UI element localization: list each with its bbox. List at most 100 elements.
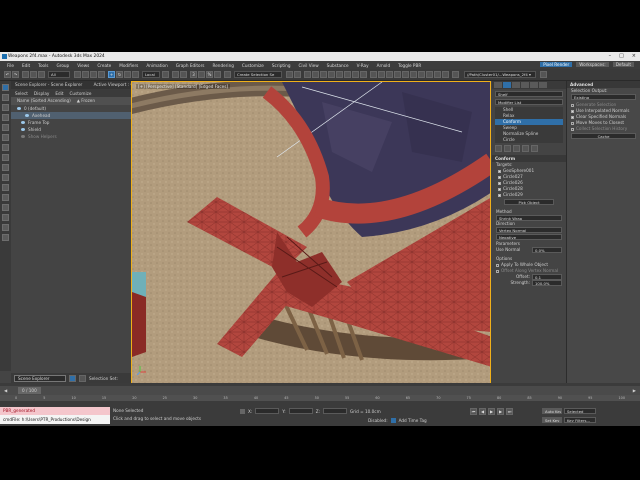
target-checkbox[interactable] <box>498 169 501 173</box>
z-coordinate-field[interactable] <box>322 408 347 414</box>
undo-icon[interactable]: ↶ <box>4 71 11 78</box>
vray-fur-icon[interactable] <box>426 71 433 78</box>
set-key-button[interactable]: Set Key <box>542 417 562 423</box>
visibility-eye-icon[interactable] <box>17 107 21 110</box>
render-iterative-icon[interactable] <box>370 71 377 78</box>
link-icon[interactable] <box>22 71 29 78</box>
align-icon[interactable] <box>294 71 301 78</box>
hierarchy-panel-icon[interactable] <box>512 82 520 88</box>
arnold-render-icon[interactable] <box>452 71 459 78</box>
timeline-next-icon[interactable]: ▶ <box>633 388 636 393</box>
percent-snap-icon[interactable]: % <box>206 71 213 78</box>
window-crossing-icon[interactable] <box>98 71 105 78</box>
stack-item-circle[interactable]: Circle <box>495 137 563 143</box>
vray-light-icon[interactable] <box>402 71 409 78</box>
project-path-field[interactable]: //Path/Cluster01/...Weapons_2f4 ▾ <box>464 71 536 78</box>
filter-helpers-icon[interactable] <box>2 164 9 171</box>
pivot-center-icon[interactable] <box>162 71 169 78</box>
keyboard-shortcut-icon[interactable] <box>180 71 187 78</box>
use-normal-spinner[interactable]: 0.0% <box>532 247 562 253</box>
vray-proxy-icon[interactable] <box>418 71 425 78</box>
go-to-start-icon[interactable]: ⏮ <box>470 408 477 415</box>
selection-output-dropdown[interactable]: Existing <box>571 94 636 100</box>
tree-row-axehead[interactable]: Axehead <box>11 112 131 119</box>
column-name[interactable]: Name (Sorted Ascending) <box>17 98 71 104</box>
use-interpolated-normals-checkbox[interactable] <box>571 109 574 113</box>
maxscript-error-line[interactable]: PBR_generated <box>0 407 110 415</box>
select-object-icon[interactable] <box>74 71 81 78</box>
minimize-icon[interactable]: – <box>609 53 612 59</box>
schematic-view-icon[interactable] <box>328 71 335 78</box>
go-to-end-icon[interactable]: ⏭ <box>506 408 513 415</box>
pin-stack-icon[interactable] <box>495 145 502 152</box>
target-checkbox[interactable] <box>498 175 501 179</box>
tree-row-default-layer[interactable]: 0 (default) <box>11 105 131 112</box>
x-coordinate-field[interactable] <box>255 408 280 414</box>
toggle-ribbon-icon[interactable] <box>312 71 319 78</box>
scene-explorer-name-dropdown[interactable]: Scene Explorer <box>14 374 66 382</box>
menu-modifiers[interactable]: Modifiers <box>119 63 138 68</box>
menu-views[interactable]: Views <box>77 63 89 68</box>
generate-selection-checkbox[interactable] <box>571 103 574 107</box>
select-rotate-icon[interactable]: ↻ <box>116 71 123 78</box>
menu-civil-view[interactable]: Civil View <box>299 63 319 68</box>
target-checkbox[interactable] <box>498 187 501 191</box>
visibility-eye-icon[interactable] <box>25 114 29 117</box>
maxscript-input-line[interactable]: cmdFile: h:\Users\PTR_Productions\Design <box>0 415 110 424</box>
menu-animation[interactable]: Animation <box>146 63 167 68</box>
redo-icon[interactable]: ↷ <box>12 71 19 78</box>
menu-arnold[interactable]: Arnold <box>377 63 391 68</box>
filter-containers-icon[interactable] <box>2 214 9 221</box>
vray-render-icon[interactable] <box>386 71 393 78</box>
material-editor-icon[interactable] <box>336 71 343 78</box>
scene-menu-edit[interactable]: Edit <box>55 91 63 96</box>
menu-scripting[interactable]: Scripting <box>272 63 291 68</box>
vray-camera-icon[interactable] <box>410 71 417 78</box>
angle-snap-icon[interactable] <box>198 71 205 78</box>
modifier-list-dropdown[interactable]: Modifier List <box>495 99 563 105</box>
menu-toggle-pbr[interactable]: Toggle PBR <box>398 63 421 68</box>
create-panel-icon[interactable] <box>494 82 502 88</box>
advanced-rollout-header[interactable]: Advanced <box>567 81 640 88</box>
create-tab-icon[interactable] <box>2 84 9 91</box>
apply-whole-checkbox[interactable] <box>496 263 499 267</box>
menu-vray[interactable]: V-Ray <box>357 63 369 68</box>
timeline-prev-icon[interactable]: ◀ <box>4 388 7 393</box>
unlink-icon[interactable] <box>30 71 37 78</box>
filter-spacewarps-icon[interactable] <box>2 174 9 181</box>
add-time-tag-label[interactable]: Add Time Tag <box>399 418 427 423</box>
spinner-snap-icon[interactable] <box>214 71 221 78</box>
display-panel-icon[interactable] <box>530 82 538 88</box>
select-manipulate-icon[interactable] <box>172 71 179 78</box>
object-name-field[interactable]: Shelf <box>495 91 563 97</box>
vray-sphere-icon[interactable] <box>442 71 449 78</box>
add-time-tag-icon[interactable] <box>390 417 396 423</box>
filter-shapes-icon[interactable] <box>2 134 9 141</box>
column-frozen[interactable]: ▲ Frozen <box>77 98 95 104</box>
render-production-icon[interactable] <box>360 71 367 78</box>
cache-button[interactable]: Cache <box>571 133 636 139</box>
mirror-icon[interactable] <box>286 71 293 78</box>
key-filters-button[interactable]: Key Filters... <box>564 417 596 423</box>
configure-sets-icon[interactable] <box>531 145 538 152</box>
curve-editor-icon[interactable] <box>320 71 327 78</box>
filter-frozen-icon[interactable] <box>2 224 9 231</box>
menu-file[interactable]: File <box>7 63 14 68</box>
modify-panel-icon[interactable] <box>503 82 511 88</box>
scene-menu-select[interactable]: Select <box>15 91 28 96</box>
pixel-render-button[interactable]: Pixel Render <box>540 62 573 67</box>
layer-toggle-icon[interactable] <box>69 374 76 382</box>
clear-specified-normals-checkbox[interactable] <box>571 115 574 119</box>
select-scale-icon[interactable] <box>124 71 131 78</box>
previous-frame-icon[interactable]: ◀ <box>479 408 486 415</box>
placement-icon[interactable] <box>132 71 139 78</box>
collect-history-checkbox[interactable] <box>571 127 574 131</box>
negative-dropdown[interactable]: Negative <box>496 234 562 240</box>
filter-xrefs-icon[interactable] <box>2 194 9 201</box>
y-coordinate-field[interactable] <box>288 408 313 414</box>
scene-menu-customize[interactable]: Customize <box>69 91 91 96</box>
selection-filter-dropdown[interactable]: All <box>48 71 70 78</box>
vray-plane-icon[interactable] <box>434 71 441 78</box>
display-tab-icon[interactable] <box>2 94 9 101</box>
offset-along-checkbox[interactable] <box>496 269 499 273</box>
